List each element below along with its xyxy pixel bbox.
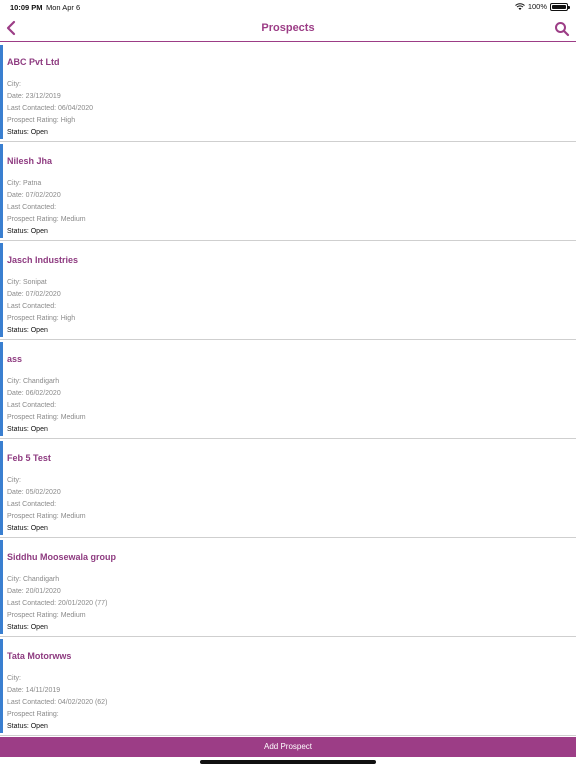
prospect-rating: Prospect Rating: High bbox=[7, 117, 76, 124]
status-right: 100% bbox=[514, 2, 570, 11]
prospect-rating: Prospect Rating: Medium bbox=[7, 513, 86, 520]
search-icon[interactable] bbox=[554, 21, 570, 37]
prospect-name: ass bbox=[7, 354, 23, 364]
wifi-icon bbox=[514, 2, 525, 10]
prospect-status: Status: Open bbox=[7, 129, 48, 136]
prospect-status: Status: Open bbox=[7, 624, 48, 631]
status-bar: 10:09 PM Mon Apr 6 100% bbox=[0, 0, 576, 14]
page-title: Prospects bbox=[261, 22, 315, 34]
prospect-last-contacted: Last Contacted: bbox=[7, 501, 57, 508]
prospect-city: City: Chandigarh bbox=[7, 576, 60, 583]
prospect-rating: Prospect Rating: bbox=[7, 711, 59, 718]
prospect-list[interactable]: ABC Pvt Ltd City: Date: 23/12/2019 Last … bbox=[0, 43, 576, 737]
prospect-date: Date: 06/02/2020 bbox=[7, 390, 61, 397]
prospect-name: Siddhu Moosewala group bbox=[7, 552, 117, 562]
prospect-city: City: bbox=[7, 81, 21, 88]
prospect-last-contacted: Last Contacted: bbox=[7, 204, 57, 211]
status-time: 10:09 PM bbox=[10, 3, 43, 12]
prospect-date: Date: 20/01/2020 bbox=[7, 588, 61, 595]
prospect-card[interactable]: ABC Pvt Ltd City: Date: 23/12/2019 Last … bbox=[0, 43, 576, 142]
prospect-rating: Prospect Rating: Medium bbox=[7, 612, 86, 619]
prospect-date: Date: 23/12/2019 bbox=[7, 93, 61, 100]
prospect-last-contacted: Last Contacted: bbox=[7, 303, 57, 310]
prospect-city: City: Sonipat bbox=[7, 279, 47, 286]
prospect-last-contacted: Last Contacted: 06/04/2020 bbox=[7, 105, 94, 112]
prospect-last-contacted: Last Contacted: 20/01/2020 (77) bbox=[7, 600, 108, 607]
prospect-card[interactable]: Nilesh Jha City: Patna Date: 07/02/2020 … bbox=[0, 142, 576, 241]
prospect-card[interactable]: Tata Motorwws City: Date: 14/11/2019 Las… bbox=[0, 637, 576, 736]
prospect-status: Status: Open bbox=[7, 426, 48, 433]
prospect-status: Status: Open bbox=[7, 525, 48, 532]
prospect-rating: Prospect Rating: High bbox=[7, 315, 76, 322]
prospect-date: Date: 05/02/2020 bbox=[7, 489, 61, 496]
battery-percent: 100% bbox=[527, 2, 547, 11]
add-prospect-button[interactable]: Add Prospect bbox=[0, 737, 576, 757]
prospect-city: City: Chandigarh bbox=[7, 378, 60, 385]
prospect-name: Jasch Industries bbox=[7, 255, 79, 265]
prospect-status: Status: Open bbox=[7, 723, 48, 730]
prospect-status: Status: Open bbox=[7, 228, 48, 235]
prospect-card[interactable]: Siddhu Moosewala group City: Chandigarh … bbox=[0, 538, 576, 637]
prospect-date: Date: 14/11/2019 bbox=[7, 687, 61, 694]
prospect-card[interactable]: ass City: Chandigarh Date: 06/02/2020 La… bbox=[0, 340, 576, 439]
prospect-city: City: bbox=[7, 477, 21, 484]
prospect-status: Status: Open bbox=[7, 327, 48, 334]
status-date: Mon Apr 6 bbox=[46, 3, 81, 12]
prospect-date: Date: 07/02/2020 bbox=[7, 291, 61, 298]
prospect-last-contacted: Last Contacted: 04/02/2020 (62) bbox=[7, 699, 108, 706]
prospect-card[interactable]: Jasch Industries City: Sonipat Date: 07/… bbox=[0, 241, 576, 340]
prospect-city: City: Patna bbox=[7, 180, 42, 187]
prospect-name: Feb 5 Test bbox=[7, 453, 51, 463]
prospect-last-contacted: Last Contacted: bbox=[7, 402, 57, 409]
prospect-name: Tata Motorwws bbox=[7, 651, 72, 661]
prospect-name: ABC Pvt Ltd bbox=[7, 57, 60, 67]
prospect-card[interactable]: Feb 5 Test City: Date: 05/02/2020 Last C… bbox=[0, 439, 576, 538]
prospect-date: Date: 07/02/2020 bbox=[7, 192, 61, 199]
home-indicator[interactable] bbox=[200, 760, 376, 764]
battery-fill bbox=[552, 4, 566, 9]
prospect-name: Nilesh Jha bbox=[7, 156, 53, 166]
battery-icon bbox=[550, 2, 570, 11]
prospect-rating: Prospect Rating: Medium bbox=[7, 414, 86, 421]
prospect-city: City: bbox=[7, 675, 21, 682]
prospect-rating: Prospect Rating: Medium bbox=[7, 216, 86, 223]
nav-bar: Prospects bbox=[0, 14, 576, 42]
